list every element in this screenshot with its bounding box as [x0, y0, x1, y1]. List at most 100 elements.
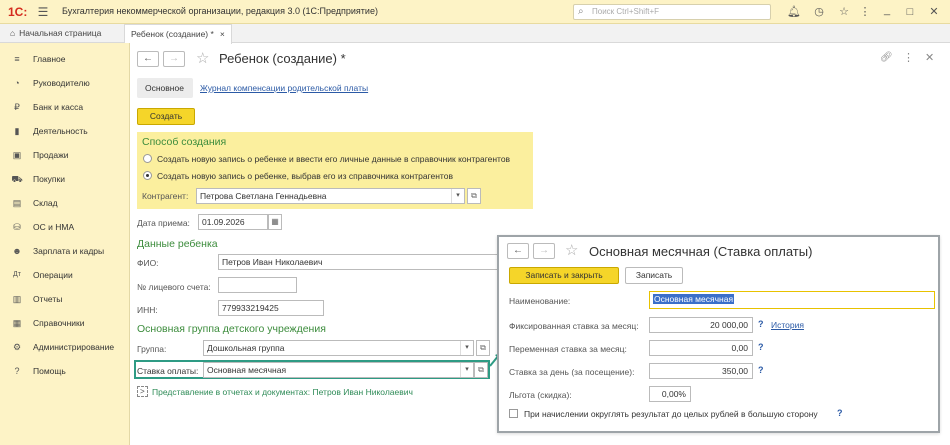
- save-close-button[interactable]: Записать и закрыть: [509, 267, 619, 284]
- method-section-title: Способ создания: [142, 136, 227, 148]
- bell-icon[interactable]: 🔔︎: [787, 5, 801, 19]
- person-icon: ☻: [12, 246, 22, 256]
- sidebar-item-help[interactable]: ? Помощь: [0, 361, 130, 381]
- more-icon[interactable]: ⋮: [858, 5, 872, 19]
- sidebar-item-sales[interactable]: ▣ Продажи: [0, 145, 130, 165]
- radio-existing-label: Создать новую запись о ребенке, выбрав е…: [157, 171, 453, 181]
- radio-new[interactable]: [143, 154, 152, 163]
- counterparty-field[interactable]: Петрова Светлана Геннадьевна ▾: [196, 188, 465, 204]
- name-field[interactable]: Основная месячная: [649, 291, 935, 309]
- link-icon[interactable]: 🔗︎: [880, 52, 893, 63]
- sidebar-item-salary[interactable]: ☻ Зарплата и кадры: [0, 241, 130, 261]
- back-button[interactable]: ←: [137, 51, 159, 67]
- home-icon: ⌂: [10, 28, 16, 38]
- menu-icon[interactable]: ☰: [36, 5, 50, 19]
- tab-bar: ⌂ Начальная страница Ребенок (создание) *…: [0, 24, 950, 44]
- variable-rate-label: Переменная ставка за месяц:: [509, 344, 627, 354]
- group-section-title: Основная группа детского учреждения: [137, 323, 326, 335]
- favorite-star-icon[interactable]: ☆: [196, 49, 209, 67]
- inn-field[interactable]: 779933219425: [218, 300, 324, 316]
- close-icon[interactable]: ✕: [927, 5, 941, 19]
- sidebar-item-purchases[interactable]: ⛟ Покупки: [0, 169, 130, 189]
- sidebar-item-manager[interactable]: ◔ Руководителю: [0, 73, 130, 93]
- discount-field[interactable]: 0,00%: [649, 386, 691, 402]
- popup-back-button[interactable]: ←: [507, 243, 529, 259]
- star-icon[interactable]: ☆: [837, 5, 851, 19]
- inn-label: ИНН:: [137, 305, 158, 315]
- tab-journal-link[interactable]: Журнал компенсации родительской платы: [200, 83, 368, 93]
- sidebar-item-bank[interactable]: ₽ Банк и касса: [0, 97, 130, 117]
- list-icon: ≡: [14, 54, 20, 64]
- variable-help-icon[interactable]: ?: [758, 342, 764, 352]
- sidebar-item-main[interactable]: ≡ Главное: [0, 49, 130, 69]
- rate-popup: ← → ☆ Основная месячная (Ставка оплаты) …: [497, 235, 940, 433]
- open-rate-button[interactable]: ⧉: [474, 362, 488, 378]
- admission-label: Дата приема:: [137, 218, 190, 228]
- search-input[interactable]: ⌕ Поиск Ctrl+Shift+F: [573, 4, 771, 20]
- more-icon[interactable]: ⋮: [903, 51, 914, 64]
- sales-icon: ▣: [12, 150, 22, 160]
- sidebar-item-warehouse[interactable]: ▤ Склад: [0, 193, 130, 213]
- create-button[interactable]: Создать: [137, 108, 195, 125]
- assets-icon: ⛁: [13, 222, 21, 232]
- variable-rate-field[interactable]: 0,00: [649, 340, 753, 356]
- fixed-rate-label: Фиксированная ставка за месяц:: [509, 321, 639, 331]
- gear-icon: ⚙: [12, 342, 22, 352]
- tab-home[interactable]: ⌂ Начальная страница: [4, 24, 107, 43]
- fixed-help-icon[interactable]: ?: [758, 319, 764, 329]
- discount-label: Льгота (скидка):: [509, 390, 572, 400]
- radio-existing[interactable]: [143, 171, 152, 180]
- account-label: № лицевого счета:: [137, 282, 211, 292]
- fio-field[interactable]: Петров Иван Николаевич: [218, 254, 498, 270]
- search-icon: ⌕: [578, 6, 584, 17]
- minimize-icon[interactable]: _: [880, 3, 894, 17]
- expand-icon[interactable]: >: [137, 386, 148, 397]
- open-counterparty-button[interactable]: ⧉: [467, 188, 481, 204]
- round-label: При начислении округлять результат до це…: [524, 409, 818, 419]
- warehouse-icon: ▤: [12, 198, 22, 208]
- representation-link[interactable]: Представление в отчетах и документах: Пе…: [152, 387, 413, 397]
- counterparty-label: Контрагент:: [142, 191, 189, 201]
- group-label: Группа:: [137, 344, 167, 354]
- dropdown-icon[interactable]: ▾: [460, 341, 473, 355]
- history-icon[interactable]: ◷: [812, 5, 826, 19]
- history-link[interactable]: История: [771, 320, 804, 330]
- fio-label: ФИО:: [137, 258, 159, 268]
- popup-star-icon[interactable]: ☆: [565, 241, 578, 259]
- daily-rate-field[interactable]: 350,00: [649, 363, 753, 379]
- app-title: Бухгалтерия некоммерческой организации, …: [62, 6, 378, 16]
- sidebar: ≡ Главное ◔ Руководителю ₽ Банк и касса ▮ Де…: [0, 43, 130, 445]
- sidebar-item-activity[interactable]: ▮ Деятельность: [0, 121, 130, 141]
- round-checkbox[interactable]: [509, 409, 518, 418]
- admission-date-field[interactable]: 01.09.2026: [198, 214, 268, 230]
- close-form-icon[interactable]: ✕: [925, 51, 934, 64]
- dropdown-icon[interactable]: ▾: [460, 363, 473, 377]
- forward-button[interactable]: →: [163, 51, 185, 67]
- sidebar-item-admin[interactable]: ⚙ Администрирование: [0, 337, 130, 357]
- sidebar-item-references[interactable]: ▦ Справочники: [0, 313, 130, 333]
- save-button[interactable]: Записать: [625, 267, 683, 284]
- round-help-icon[interactable]: ?: [837, 408, 843, 418]
- sidebar-item-operations[interactable]: Дт Операции: [0, 265, 130, 285]
- tab-child-create[interactable]: Ребенок (создание) * ×: [124, 24, 232, 44]
- maximize-icon[interactable]: □: [903, 5, 917, 19]
- calendar-button[interactable]: ▦: [268, 214, 282, 230]
- account-field[interactable]: [218, 277, 297, 293]
- close-tab-icon[interactable]: ×: [220, 29, 225, 39]
- daily-help-icon[interactable]: ?: [758, 365, 764, 375]
- help-icon: ?: [14, 366, 20, 376]
- group-field[interactable]: Дошкольная группа ▾: [203, 340, 474, 356]
- popup-forward-button[interactable]: →: [533, 243, 555, 259]
- sidebar-item-assets[interactable]: ⛁ ОС и НМА: [0, 217, 130, 237]
- dropdown-icon[interactable]: ▾: [451, 189, 464, 203]
- ruble-icon: ₽: [14, 102, 20, 112]
- tab-main[interactable]: Основное: [137, 78, 193, 98]
- fixed-rate-field[interactable]: 20 000,00: [649, 317, 753, 333]
- rate-field[interactable]: Основная месячная ▾: [203, 362, 474, 378]
- sidebar-item-reports[interactable]: ▥ Отчеты: [0, 289, 130, 309]
- cart-icon: ⛟: [11, 174, 23, 184]
- daily-rate-label: Ставка за день (за посещение):: [509, 367, 635, 377]
- reports-icon: ▥: [12, 294, 22, 304]
- page-title: Ребенок (создание) *: [219, 51, 346, 66]
- rate-label: Ставка оплаты:: [137, 366, 199, 376]
